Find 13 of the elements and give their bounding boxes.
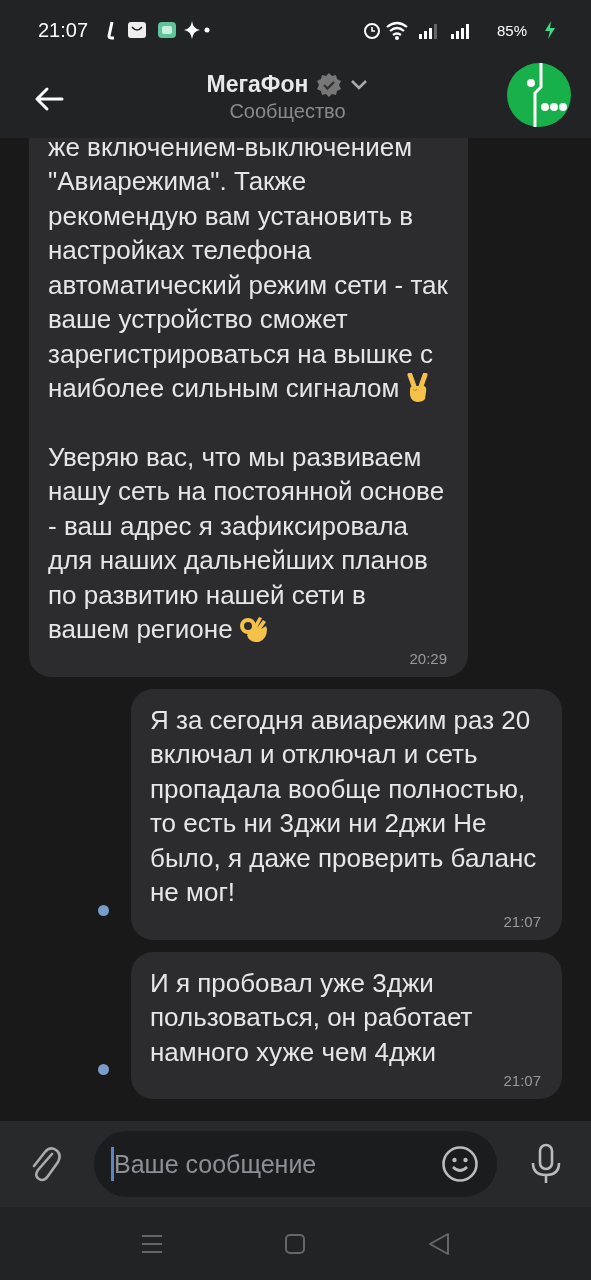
message-text: же включением-выключением "Авиарежима". Также рекомендую вам установить в настройках телефона автоматический режим сети - так ваше устройство сможет зарегистрироваться на вышке с наиболее сильным сигналом (48, 138, 448, 405)
message-text: И я пробовал уже 3джи пользоваться, он работает намного хуже чем 4джи (150, 966, 474, 1069)
message-field[interactable]: Ваше сообщение (94, 1131, 497, 1197)
message-text: Я за сегодня авиарежим раз 20 включал и отключал и сеть пропадала вообще полностью, то есть ни 3джи ни 2джи Не было, я даже проверить баланс не мог! (150, 703, 538, 909)
message-time: 20:29 (409, 649, 447, 667)
message-input[interactable]: Ваше сообщение (114, 1149, 441, 1179)
battery-level: 85% (496, 21, 527, 39)
status-time: 21:07 (38, 18, 89, 42)
message-text: Уверяю вас, что мы развиваем нашу сеть на постоянной основе - ваш адрес я зафиксировала для наших дальнейших планов по развитию нашей сети в вашем регионе (48, 440, 446, 646)
message-time: 21:07 (503, 1072, 541, 1089)
chat-subtitle: Сообщество (229, 100, 346, 123)
chat-title: МегаФон (206, 71, 309, 98)
message-time: 21:07 (503, 912, 541, 930)
